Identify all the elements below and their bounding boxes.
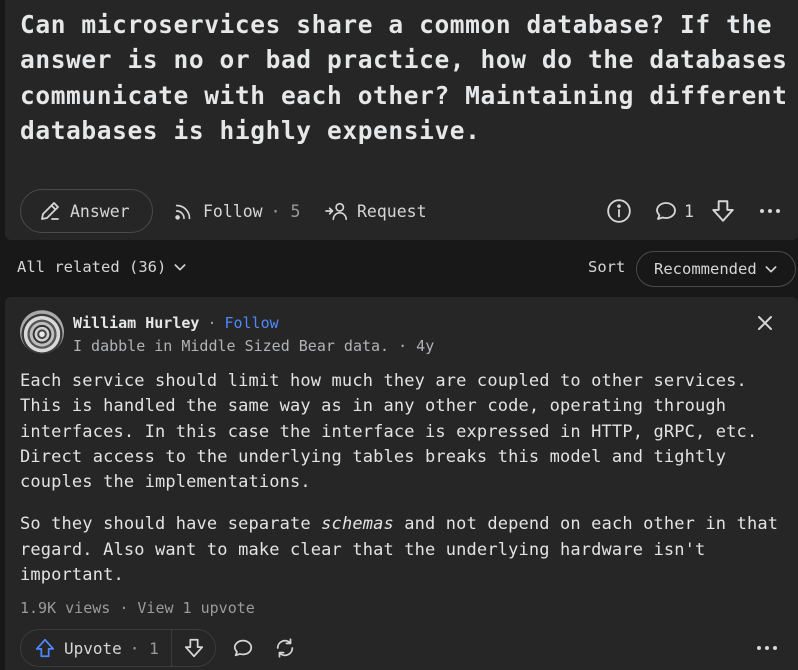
comment-icon xyxy=(654,199,678,223)
sort-dropdown[interactable]: Recommended xyxy=(636,251,796,287)
emphasis-text: schemas xyxy=(321,514,394,535)
downvote-icon xyxy=(710,198,736,224)
downvote-icon xyxy=(183,637,205,659)
answer-body: Each service should limit how much they … xyxy=(20,369,780,605)
author-credential: I dabble in Middle Sized Bear data. · 4y xyxy=(73,337,435,355)
upvote-button[interactable]: Upvote · 1 xyxy=(21,637,171,659)
answer-button[interactable]: Answer xyxy=(20,189,153,233)
answer-card: William Hurley · Follow I dabble in Midd… xyxy=(5,297,798,670)
comment-icon xyxy=(232,637,254,659)
info-icon xyxy=(606,198,632,224)
answer-paragraph: So they should have separate schemas and… xyxy=(20,512,780,588)
more-icon xyxy=(758,199,782,223)
sort-value: Recommended xyxy=(654,260,757,278)
answer-paragraph: Each service should limit how much they … xyxy=(20,371,758,493)
question-actions: Answer Follow · 5 Request 1 xyxy=(20,189,790,233)
vote-pill: Upvote · 1 xyxy=(20,629,216,667)
comments-button[interactable]: 1 xyxy=(654,189,694,233)
upvote-label: Upvote xyxy=(64,638,122,658)
question-title[interactable]: Can microservices share a common databas… xyxy=(20,7,790,148)
request-button[interactable]: Request xyxy=(325,189,427,233)
request-person-icon xyxy=(325,200,349,222)
sort-label: Sort xyxy=(588,258,626,276)
author-name[interactable]: William Hurley xyxy=(73,314,199,332)
downvote-answer-button[interactable] xyxy=(172,637,215,659)
answer-label: Answer xyxy=(70,201,130,221)
filter-bar: All related (36) Sort Recommended xyxy=(0,248,798,290)
follow-question-button[interactable]: Follow · 5 xyxy=(173,189,300,233)
follow-separator: · xyxy=(207,314,217,332)
upvote-icon xyxy=(34,637,56,659)
close-icon xyxy=(757,315,773,331)
request-label: Request xyxy=(357,201,427,221)
pencil-icon xyxy=(38,199,62,223)
question-card: Can microservices share a common databas… xyxy=(5,0,798,240)
follow-label: Follow xyxy=(203,201,263,221)
avatar[interactable] xyxy=(20,310,64,354)
all-related-label: All related (36) xyxy=(17,258,167,276)
answer-stats[interactable]: 1.9K views · View 1 upvote xyxy=(20,599,255,617)
author-line: William Hurley · Follow xyxy=(73,314,279,332)
follow-author-link[interactable]: Follow xyxy=(224,314,278,332)
answer-more-button[interactable] xyxy=(755,629,779,667)
answer-actions: Upvote · 1 xyxy=(20,629,790,667)
chevron-down-icon xyxy=(172,259,188,275)
info-button[interactable] xyxy=(606,189,632,233)
share-button[interactable] xyxy=(274,629,296,667)
comment-count: 1 xyxy=(684,201,694,221)
share-icon xyxy=(274,637,296,659)
downvote-question-button[interactable] xyxy=(710,189,736,233)
text-run: So they should have separate xyxy=(20,514,322,535)
upvote-count: · 1 xyxy=(129,638,159,658)
more-options-button[interactable] xyxy=(758,189,782,233)
follow-count: · 5 xyxy=(270,201,301,221)
chevron-down-icon xyxy=(763,261,779,277)
more-icon xyxy=(755,636,779,660)
follow-signal-icon xyxy=(173,200,195,222)
all-related-dropdown[interactable]: All related (36) xyxy=(17,258,188,276)
answer-comment-button[interactable] xyxy=(232,629,254,667)
close-button[interactable] xyxy=(757,315,773,335)
